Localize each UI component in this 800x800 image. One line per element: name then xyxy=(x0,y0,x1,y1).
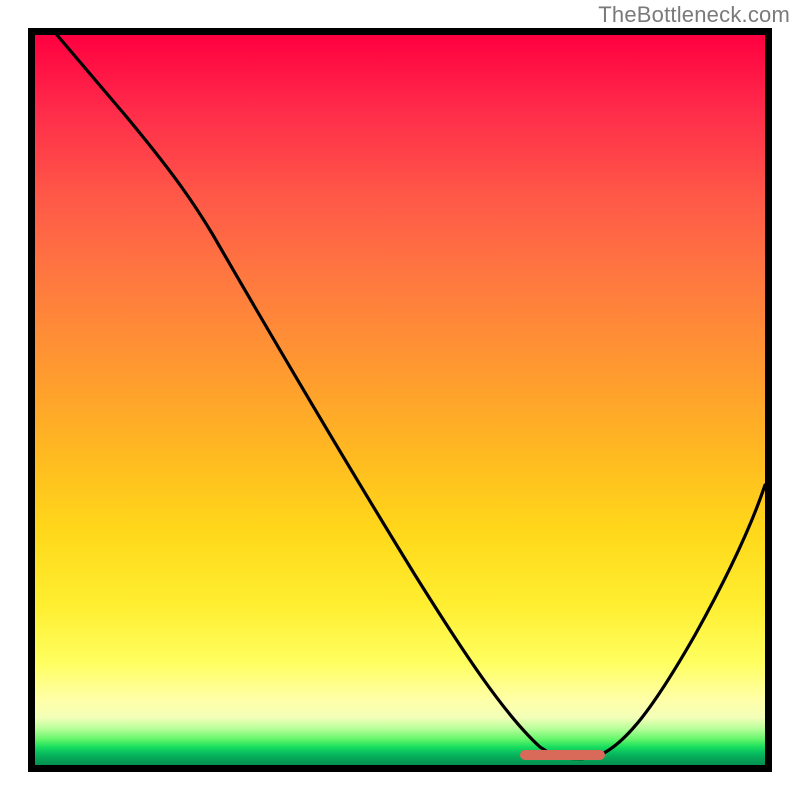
chart-plot-area xyxy=(28,28,772,772)
watermark-text: TheBottleneck.com xyxy=(598,2,790,28)
bottleneck-curve xyxy=(35,35,765,765)
curve-path xyxy=(57,35,765,759)
optimal-range-marker xyxy=(520,750,605,760)
